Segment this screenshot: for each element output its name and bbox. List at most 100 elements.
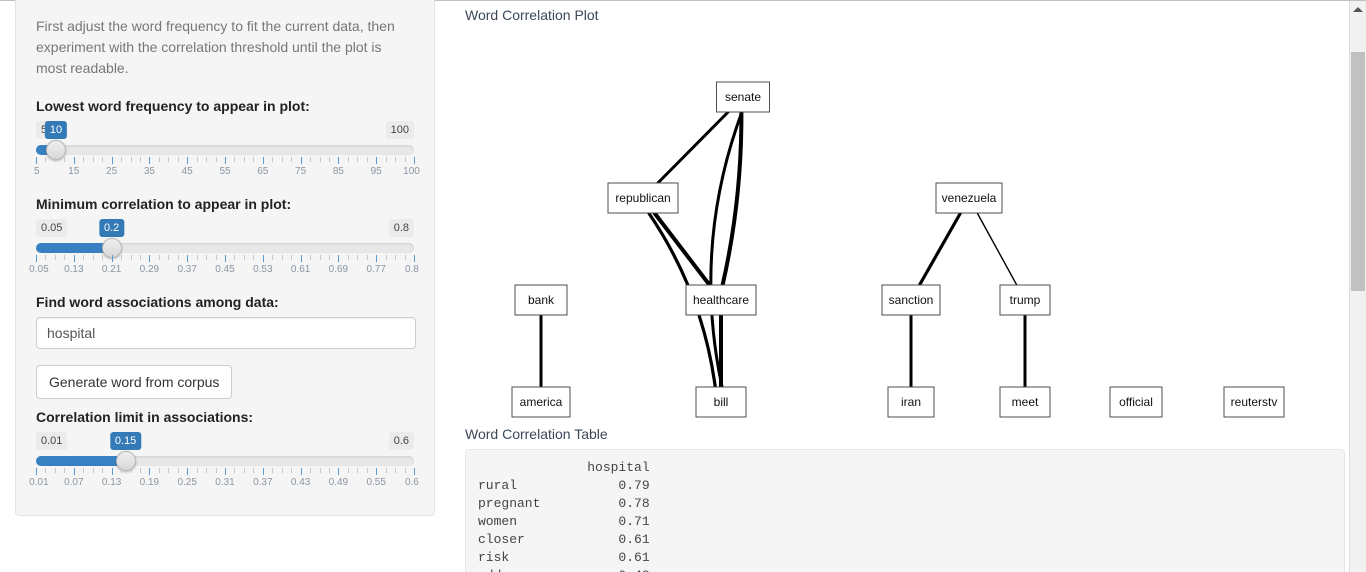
frequency-slider-track[interactable] [36,145,414,155]
limit-slider-bar[interactable] [36,451,414,471]
plot-node-label: republican [615,191,670,205]
tick-label: 0.19 [139,477,160,488]
frequency-slider-tags: 5 10 100 [36,121,414,139]
tick-label: 75 [295,166,307,177]
plot-edge [656,110,730,185]
plot-edge [917,211,963,287]
plot-node[interactable]: official [1109,386,1163,418]
tick-label: 0.07 [64,477,84,488]
tick-label: 0.45 [215,264,235,275]
main-content: Word Correlation Plot senate republican ve… [455,1,1350,572]
plot-edge [709,110,744,389]
limit-slider-label: Correlation limit in associations: [36,409,254,425]
plot-node[interactable]: senate [716,81,770,113]
word-correlation-plot: senate republican venezuela bank healthcare s… [465,30,1345,420]
plot-edge [976,212,1018,286]
controls-sidebar: First adjust the word frequency to fit t… [15,0,435,516]
tick-label: 0.13 [101,477,122,488]
tick-label: 0.49 [328,477,349,488]
plot-node[interactable]: reuterstv [1223,386,1285,418]
plot-node[interactable]: sanction [881,284,941,316]
correlation-min-tag: 0.05 [36,219,68,237]
plot-node-label: healthcare [693,293,749,307]
plot-node[interactable]: iran [887,386,935,418]
plot-node-label: venezuela [942,191,997,205]
generate-word-button[interactable]: Generate word from corpus [36,365,233,399]
tick-label: 5 [34,166,40,177]
plot-node-label: official [1119,395,1153,409]
tick-label: 15 [68,166,80,177]
tick-label: 0.37 [177,264,197,275]
limit-slider-tick-labels: 0.01 0.07 0.13 0.19 0.25 0.31 0.37 0.43 0.49 0.55… [29,476,419,490]
limit-min-tag: 0.01 [36,432,68,450]
plot-nodes: senate republican venezuela bank healthcare s… [511,81,1285,418]
tick-label: 65 [257,166,269,177]
correlation-slider-block: Minimum correlation to appear in plot: 0… [29,195,419,277]
table-title: Word Correlation Table [465,426,608,442]
plot-edges [539,110,1027,389]
limit-slider-block: Correlation limit in associations: 0.01 … [29,408,419,490]
tick-label: 0.6 [404,477,419,488]
tick-label: 95 [370,166,382,177]
frequency-slider-block: Lowest word frequency to appear in plot:… [34,97,420,179]
scroll-up-arrow-icon[interactable] [1350,1,1366,18]
tick-label: 0.21 [101,264,122,275]
table-text: hospital rural 0.79 pregnant 0.78 women … [478,460,650,572]
tick-label: 0.13 [64,264,84,275]
scrollbar-thumb[interactable] [1351,52,1365,291]
plot-node-label: america [520,395,563,409]
plot-node-label: meet [1012,395,1039,409]
tick-label: 100 [403,166,420,177]
correlation-slider-tags: 0.05 0.2 0.8 [36,219,414,237]
plot-node[interactable]: bank [514,284,568,316]
plot-svg: senate republican venezuela bank healthcare s… [511,81,1285,418]
limit-slider-tags: 0.01 0.15 0.6 [36,432,414,450]
tick-label: 0.29 [139,264,160,275]
tick-label: 0.69 [328,264,349,275]
tick-label: 0.53 [253,264,273,275]
limit-max-tag: 0.6 [388,432,414,450]
plot-node-label: bill [714,395,729,409]
plot-node-label: bank [528,293,555,307]
frequency-value-tag: 10 [44,121,68,139]
correlation-slider-tick-labels: 0.05 0.13 0.21 0.29 0.37 0.45 0.53 0.61 0.69 0.77… [29,263,419,277]
tick-label: 0.43 [290,477,311,488]
tick-label: 0.05 [29,264,49,275]
plot-node[interactable]: healthcare [685,284,757,316]
tick-label: 55 [219,166,231,177]
tick-label: 0.61 [290,264,311,275]
correlation-slider-fill [36,243,112,253]
tick-label: 25 [106,166,118,177]
tick-label: 35 [143,166,155,177]
limit-slider-ticks [36,468,415,475]
tick-label: 0.77 [366,264,386,275]
frequency-slider-tick-labels: 5 15 25 35 45 55 65 75 85 95 100 [34,165,420,179]
plot-node[interactable]: america [511,386,571,418]
correlation-value-tag: 0.2 [98,219,125,237]
tick-label: 0.25 [177,477,197,488]
tick-label: 85 [332,166,344,177]
frequency-max-tag: 100 [385,121,414,139]
tick-label: 45 [181,166,193,177]
plot-node-label: trump [1010,293,1041,307]
correlation-slider-label: Minimum correlation to appear in plot: [36,196,292,212]
correlation-max-tag: 0.8 [388,219,414,237]
correlation-slider-bar[interactable] [36,238,414,258]
plot-node[interactable]: venezuela [935,182,1003,214]
plot-node[interactable]: meet [999,386,1051,418]
plot-node[interactable]: trump [999,284,1051,316]
word-correlation-table: hospital rural 0.79 pregnant 0.78 women … [465,449,1345,572]
tick-label: 0.31 [215,477,235,488]
help-text: First adjust the word frequency to fit t… [36,18,395,76]
plot-node-label: senate [725,90,761,104]
plot-node[interactable]: republican [607,182,679,214]
tick-label: 0.55 [366,477,386,488]
plot-node-label: sanction [889,293,934,307]
association-input-label: Find word associations among data: [36,294,279,310]
page-scrollbar[interactable] [1349,1,1366,572]
frequency-slider-bar[interactable] [36,140,414,160]
plot-node[interactable]: bill [695,386,747,418]
app-root: First adjust the word frequency to fit t… [0,0,1366,572]
frequency-slider-label: Lowest word frequency to appear in plot: [36,98,310,114]
word-association-input[interactable] [36,317,416,349]
